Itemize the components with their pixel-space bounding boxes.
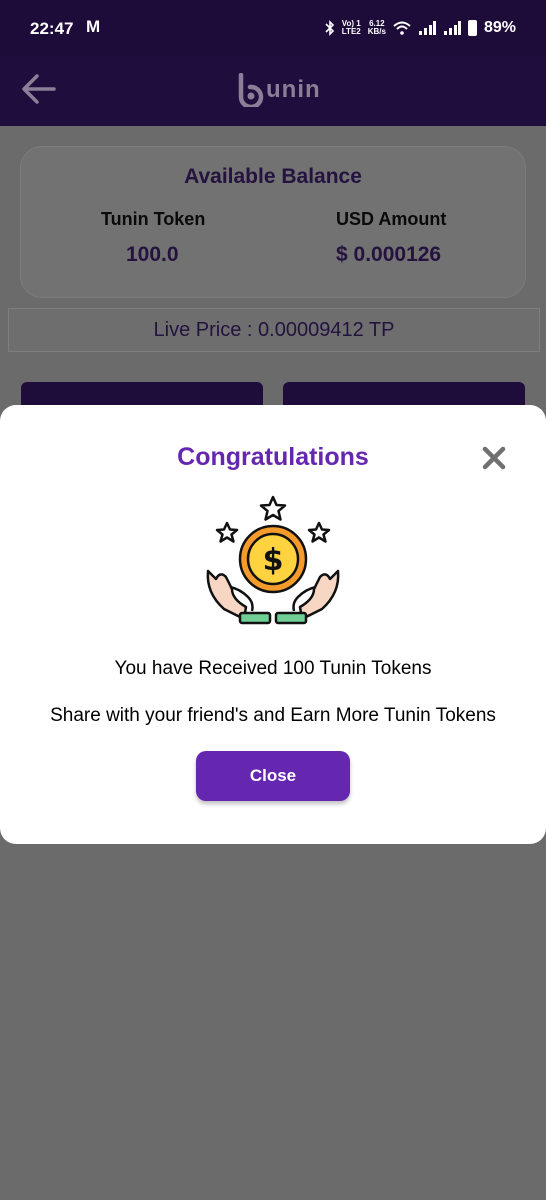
congratulations-dialog: Congratulations $ You have Received 100 … bbox=[0, 405, 546, 844]
close-icon[interactable] bbox=[481, 445, 507, 471]
received-message: You have Received 100 Tunin Tokens bbox=[114, 658, 432, 679]
wifi-icon bbox=[393, 21, 411, 35]
battery-icon bbox=[467, 20, 477, 36]
arrow-left-icon[interactable] bbox=[20, 70, 58, 108]
close-button[interactable]: Close bbox=[196, 751, 350, 801]
usd-value: $ 0.000126 bbox=[336, 243, 442, 266]
live-price-bar: Live Price : 0.00009412 TP bbox=[8, 308, 540, 352]
signal-icon-1 bbox=[418, 21, 436, 35]
logo-text: unin bbox=[266, 76, 321, 103]
status-bar: 22:47 M Vo) 1 LTE2 6.12 KB/s 89% bbox=[0, 0, 546, 56]
bluetooth-icon bbox=[325, 20, 334, 36]
balance-card: Available Balance Tunin Token 100.0 USD … bbox=[20, 146, 526, 298]
tunin-logo: unin bbox=[236, 72, 321, 108]
battery-percent: 89% bbox=[483, 19, 516, 36]
signal-icon-2 bbox=[443, 21, 461, 35]
status-time: 22:47 bbox=[30, 19, 74, 38]
share-message: Share with your friend's and Earn More T… bbox=[50, 705, 496, 726]
status-icons: Vo) 1 LTE2 6.12 KB/s 89% bbox=[325, 19, 516, 37]
gmail-icon: M bbox=[86, 17, 101, 36]
token-value: 100.0 bbox=[126, 243, 179, 266]
svg-text:$: $ bbox=[263, 543, 284, 578]
network-type-indicator: Vo) 1 LTE2 bbox=[341, 19, 361, 36]
network-speed-indicator: 6.12 KB/s bbox=[367, 19, 386, 36]
tunin-logo-mark-icon bbox=[238, 73, 264, 107]
coin-hands-stars-icon: $ bbox=[206, 495, 340, 625]
app-bar: unin bbox=[0, 56, 546, 126]
balance-title: Available Balance bbox=[184, 165, 362, 188]
token-label: Tunin Token bbox=[101, 209, 206, 229]
usd-label: USD Amount bbox=[336, 209, 447, 229]
dialog-title: Congratulations bbox=[177, 443, 369, 471]
